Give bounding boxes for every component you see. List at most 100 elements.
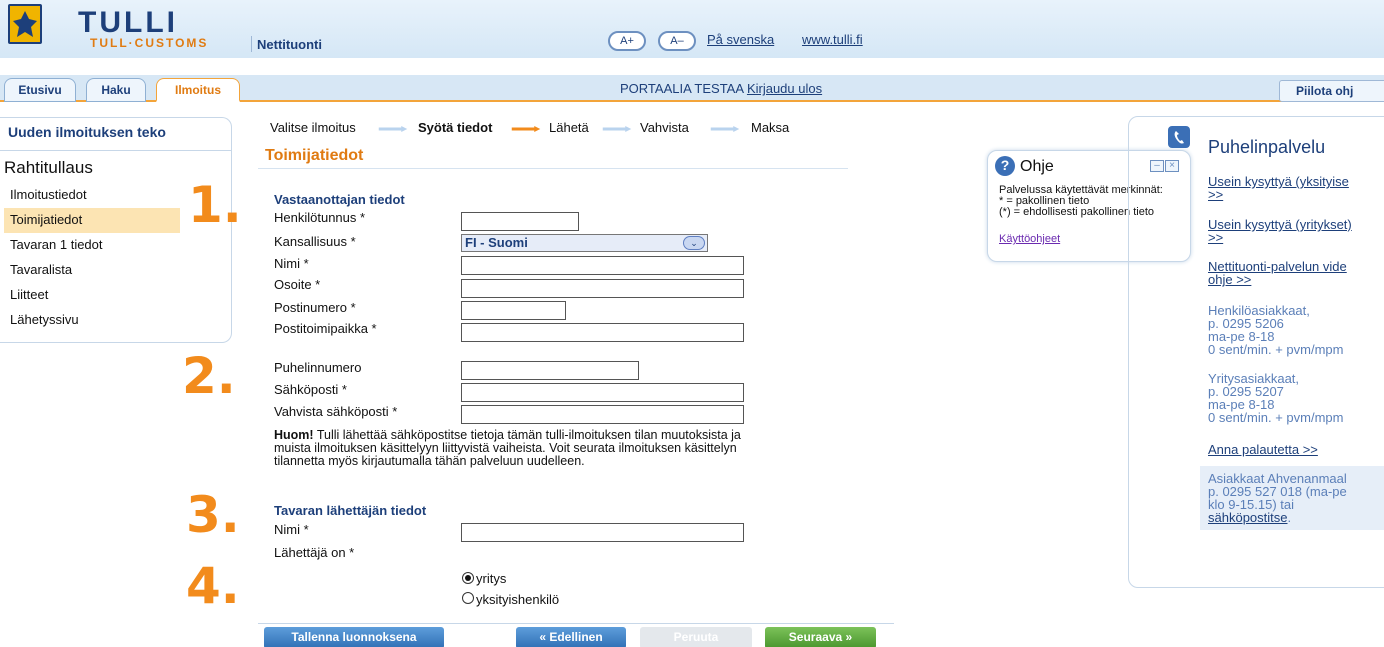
sidebar-item-liitteet[interactable]: Liitteet <box>10 287 48 302</box>
faq-business-link-line2: >> <box>1208 230 1224 245</box>
notice-text: Tulli lähettää sähköpostitse tietoja täm… <box>274 428 741 468</box>
previous-button[interactable]: « Edellinen <box>516 627 626 647</box>
receiver-address-input[interactable] <box>461 279 744 298</box>
section-divider <box>258 168 848 169</box>
radio-yksityishenkilo-label: yksityishenkilö <box>476 592 560 607</box>
step-valitse-ilmoitus: Valitse ilmoitus <box>270 120 356 135</box>
brand-title: TULLI <box>78 6 178 39</box>
cancel-button[interactable]: Peruuta <box>640 627 752 647</box>
step-arrow-icon <box>602 126 632 132</box>
sidebar-item-ilmoitustiedot[interactable]: Ilmoitustiedot <box>10 187 87 202</box>
chevron-left-icon: « <box>539 630 550 644</box>
step-arrow-icon <box>710 126 740 132</box>
tab-etusivu[interactable]: Etusivu <box>4 78 76 102</box>
next-button-label: Seuraava <box>788 630 843 644</box>
confirm-email-input[interactable] <box>461 405 744 424</box>
user-guide-link[interactable]: Käyttöohjeet <box>999 233 1060 245</box>
sidebar-divider <box>0 150 232 151</box>
faq-business-link-line1: Usein kysyttyä (yritykset) <box>1208 217 1352 232</box>
sidebar-subtitle: Rahtitullaus <box>4 158 93 177</box>
post-office-input[interactable] <box>461 323 744 342</box>
help-title: Ohje <box>1020 158 1054 175</box>
info-line: 0 sent/min. + pvm/mpm <box>1208 410 1344 425</box>
sender-name-label: Nimi * <box>274 522 309 537</box>
vahvista-sahkoposti-label: Vahvista sähköposti * <box>274 404 398 419</box>
faq-business-link[interactable]: Usein kysyttyä (yritykset) >> <box>1208 218 1352 244</box>
email-input[interactable] <box>461 383 744 402</box>
next-button[interactable]: Seuraava » <box>765 627 876 647</box>
info-line: 0 sent/min. + pvm/mpm <box>1208 342 1344 357</box>
sidebar-item-toimijatiedot[interactable]: Toimijatiedot <box>4 208 180 233</box>
step-arrow-icon <box>511 126 541 132</box>
sahkoposti-label: Sähköposti * <box>274 382 347 397</box>
video-guide-link[interactable]: Nettituonti-palvelun vide ohje >> <box>1208 260 1347 286</box>
video-guide-link-line2: ohje >> <box>1208 272 1252 287</box>
kansallisuus-label: Kansallisuus * <box>274 234 356 249</box>
step-maksa: Maksa <box>751 120 790 135</box>
annotation-number-4: 4. <box>186 557 240 615</box>
annotation-number-1: 1. <box>188 176 242 234</box>
sender-section-title: Tavaran lähettäjän tiedot <box>274 503 427 518</box>
aland-customers-info: Asiakkaat Ahvenanmaal p. 0295 527 018 (m… <box>1200 466 1384 530</box>
notice-emphasis: Huom! <box>274 428 314 442</box>
step-vahvista: Vahvista <box>640 120 689 135</box>
radio-yksityishenkilo[interactable] <box>462 592 474 604</box>
swedish-language-link[interactable]: På svenska <box>707 32 774 47</box>
faq-private-link-line2: >> <box>1208 187 1224 202</box>
help-question-icon: ? <box>995 156 1015 176</box>
phone-input[interactable] <box>461 361 639 380</box>
annotation-number-2: 2. <box>182 347 236 405</box>
form-footer-divider <box>258 623 894 624</box>
tab-ilmoitus[interactable]: Ilmoitus <box>156 78 240 102</box>
nimi-label: Nimi * <box>274 256 309 271</box>
feedback-link[interactable]: Anna palautetta >> <box>1208 443 1318 456</box>
tab-haku[interactable]: Haku <box>86 78 146 102</box>
previous-button-label: Edellinen <box>549 630 603 644</box>
brand-subtitle: TULL·CUSTOMS <box>90 36 209 50</box>
chevron-down-icon[interactable]: ⌄ <box>683 236 705 250</box>
hide-help-button[interactable]: Piilota ohj <box>1279 80 1384 102</box>
aland-email-link[interactable]: sähköpostitse <box>1208 510 1288 525</box>
sender-type-label: Lähettäjä on * <box>274 545 355 560</box>
sidebar-item-tavaralista[interactable]: Tavaralista <box>10 262 72 277</box>
phone-icon <box>1168 126 1190 148</box>
font-increase-button[interactable]: A+ <box>608 31 646 51</box>
save-draft-button[interactable]: Tallenna luonnoksena <box>264 627 444 647</box>
step-arrow-icon <box>378 126 408 132</box>
business-customers-info: Yritysasiakkaat, p. 0295 5207 ma-pe 8-18… <box>1208 372 1343 424</box>
postinumero-label: Postinumero * <box>274 300 356 315</box>
portal-user-info: PORTAALIA TESTAA Kirjaudu ulos <box>620 81 822 96</box>
henkilotunnus-label: Henkilötunnus * <box>274 210 366 225</box>
section-title: Toimijatiedot <box>265 147 364 164</box>
radio-yritys[interactable] <box>462 572 474 584</box>
tulli-site-link[interactable]: www.tulli.fi <box>802 32 863 47</box>
logout-link[interactable]: Kirjaudu ulos <box>747 81 822 96</box>
font-decrease-button[interactable]: A– <box>658 31 696 51</box>
postitoimipaikka-label: Postitoimipaikka * <box>274 321 377 336</box>
nationality-select[interactable]: FI - Suomi <box>461 234 708 252</box>
private-customers-info: Henkilöasiakkaat, p. 0295 5206 ma-pe 8-1… <box>1208 304 1343 356</box>
henkilotunnus-input[interactable] <box>461 212 579 231</box>
annotation-number-3: 3. <box>186 486 240 544</box>
faq-private-link-line1: Usein kysyttyä (yksityise <box>1208 174 1349 189</box>
service-name: Nettituonti <box>257 37 322 52</box>
faq-private-link[interactable]: Usein kysyttyä (yksityise >> <box>1208 175 1349 201</box>
receiver-name-input[interactable] <box>461 256 744 275</box>
sidebar-item-lahetyssivu[interactable]: Lähetyssivu <box>10 312 79 327</box>
brand-separator <box>251 36 252 52</box>
step-syota-tiedot: Syötä tiedot <box>418 120 493 135</box>
info-line: sähköpostitse. <box>1208 511 1384 524</box>
chevron-right-icon: » <box>842 630 853 644</box>
sidebar-item-tavaran-1-tiedot[interactable]: Tavaran 1 tiedot <box>10 237 103 252</box>
step-laheta: Lähetä <box>549 120 589 135</box>
tulli-crest-logo <box>8 4 42 44</box>
phone-service-title: Puhelinpalvelu <box>1208 137 1326 157</box>
receiver-section-title: Vastaanottajan tiedot <box>274 192 405 207</box>
sidebar-title: Uuden ilmoituksen teko <box>8 124 166 140</box>
puhelinnumero-label: Puhelinnumero <box>274 360 362 375</box>
osoite-label: Osoite * <box>274 277 321 292</box>
sender-name-input[interactable] <box>461 523 744 542</box>
radio-yritys-label: yritys <box>476 571 507 586</box>
postal-code-input[interactable] <box>461 301 566 320</box>
aland-period: . <box>1287 510 1292 525</box>
